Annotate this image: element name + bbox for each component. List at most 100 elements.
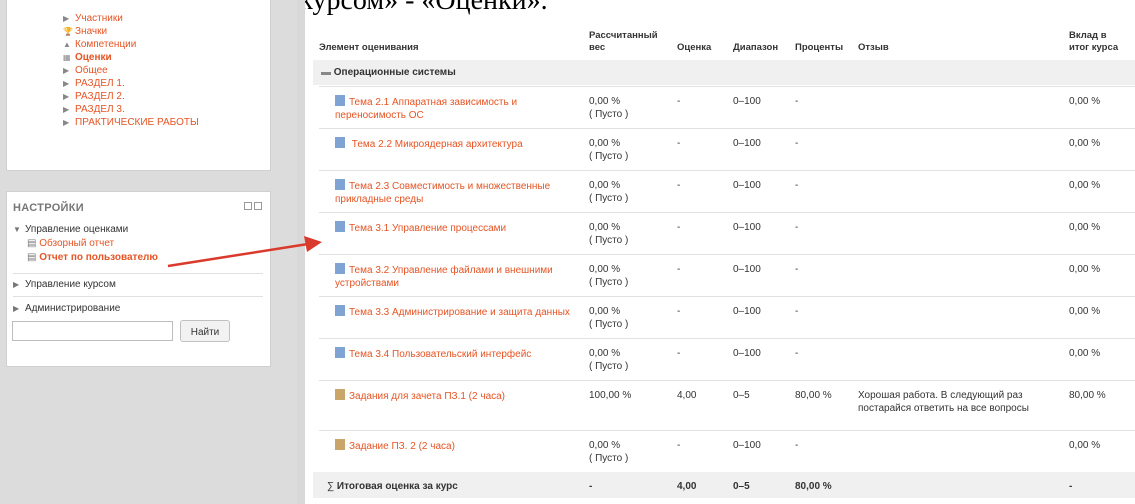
caret-right-icon: ▶ <box>63 14 70 23</box>
grade-administration-label: Управление оценками <box>25 224 129 235</box>
grade-value: 4,00 <box>677 390 697 401</box>
header-feedback: Отзыв <box>858 42 889 53</box>
site-administration-item[interactable]: ▶ Администрирование <box>13 303 120 314</box>
contribution-value: 0,00 % <box>1069 264 1101 275</box>
category-label: ▬ Операционные системы <box>321 67 456 78</box>
caret-right-icon: ▶ <box>13 304 20 313</box>
quiz-icon <box>335 305 345 316</box>
block-controls[interactable] <box>244 202 262 211</box>
weight-empty-note: ( Пусто ) <box>589 193 629 204</box>
weight-value: 0,00 % <box>589 306 621 317</box>
range-value: 0–100 <box>733 348 761 359</box>
nav-item-label: РАЗДЕЛ 2. <box>75 91 125 102</box>
weight-value: 0,00 % <box>589 96 621 107</box>
percentage-value: - <box>795 440 799 451</box>
caret-right-icon: ▶ <box>63 105 70 114</box>
quiz-icon <box>335 95 345 106</box>
percentage-value: - <box>795 96 799 107</box>
grade-value: - <box>677 222 681 233</box>
navigation-block: ▶ Участники 🏆 Значки ▲ Компетенции ▦ Оценки … <box>6 0 271 171</box>
course-total-grade: 4,00 <box>677 481 697 492</box>
dock-icon[interactable] <box>244 202 252 210</box>
grade-value: - <box>677 440 681 451</box>
navigation-list: ▶ Участники 🏆 Значки ▲ Компетенции ▦ Оценки … <box>63 12 199 129</box>
weight-value: 0,00 % <box>589 222 621 233</box>
weight-value: 0,00 % <box>589 138 621 149</box>
grade-value: - <box>677 264 681 275</box>
course-total-contribution: - <box>1069 481 1073 492</box>
nav-item-general[interactable]: ▶ Общее <box>63 64 199 77</box>
grade-value: - <box>677 180 681 191</box>
percentage-value: - <box>795 306 799 317</box>
nav-item-badges[interactable]: 🏆 Значки <box>63 25 199 38</box>
divider <box>13 273 263 274</box>
contribution-value: 80,00 % <box>1069 390 1106 401</box>
header-grade-item: Элемент оценивания <box>319 42 419 53</box>
nav-item-participants[interactable]: ▶ Участники <box>63 12 199 25</box>
range-value: 0–100 <box>733 138 761 149</box>
overview-report-label: Обзорный отчет <box>39 238 115 249</box>
header-grade: Оценка <box>677 42 712 53</box>
grade-item-link[interactable]: Тема 3.2 Управление файлами и внешними у… <box>335 263 575 290</box>
collapse-icon[interactable] <box>254 202 262 210</box>
course-administration-item[interactable]: ▶ Управление курсом <box>13 279 116 290</box>
grade-item-name: Задания для зачета ПЗ.1 (2 часа) <box>349 391 506 402</box>
quiz-icon <box>335 179 345 190</box>
header-weight-line2: вес <box>589 42 606 53</box>
nav-item-section-3[interactable]: ▶ РАЗДЕЛ 3. <box>63 103 199 116</box>
header-weight-line1: Рассчитанный <box>589 30 658 41</box>
grade-administration-item[interactable]: ▼ Управление оценками <box>13 224 128 235</box>
search-input[interactable] <box>12 321 173 341</box>
site-administration-label: Администрирование <box>25 303 121 314</box>
range-value: 0–100 <box>733 264 761 275</box>
grade-item-name: Тема 2.2 Микроядерная архитектура <box>349 139 523 150</box>
weight-value: 0,00 % <box>589 180 621 191</box>
weight-empty-note: ( Пусто ) <box>589 235 629 246</box>
grade-item-link[interactable]: Задание ПЗ. 2 (2 часа) <box>335 439 575 453</box>
percentage-value: - <box>795 138 799 149</box>
grade-item-link[interactable]: Задания для зачета ПЗ.1 (2 часа) <box>335 389 575 403</box>
grade-item-link[interactable]: Тема 2.2 Микроядерная архитектура <box>335 137 575 151</box>
weight-empty-note: ( Пусто ) <box>589 453 629 464</box>
nav-item-section-1[interactable]: ▶ РАЗДЕЛ 1. <box>63 77 199 90</box>
nav-item-practical-works[interactable]: ▶ ПРАКТИЧЕСКИЕ РАБОТЫ <box>63 116 199 129</box>
nav-item-competencies[interactable]: ▲ Компетенции <box>63 38 199 51</box>
grade-item-link[interactable]: Тема 3.1 Управление процессами <box>335 221 575 235</box>
grade-item-row: Задание ПЗ. 2 (2 часа) 0,00 % ( Пусто ) - 0–… <box>313 430 1135 472</box>
grade-item-row: Тема 3.1 Управление процессами 0,00 % ( Пу… <box>313 212 1135 254</box>
grade-item-row: Тема 3.3 Администрирование и защита данн… <box>313 296 1135 338</box>
weight-value: 0,00 % <box>589 264 621 275</box>
contribution-value: 0,00 % <box>1069 96 1101 107</box>
caret-right-icon: ▶ <box>13 280 20 289</box>
grade-item-name: Тема 2.3 Совместимость и множественные п… <box>335 181 551 205</box>
contribution-value: 0,00 % <box>1069 306 1101 317</box>
range-value: 0–100 <box>733 222 761 233</box>
settings-title: НАСТРОЙКИ <box>13 202 84 214</box>
grade-item-link[interactable]: Тема 2.1 Аппаратная зависимость и перено… <box>335 95 575 122</box>
user-report-link[interactable]: ▤ Отчет по пользователю <box>27 252 158 263</box>
sigma-icon: ∑ <box>327 481 335 492</box>
overview-report-link[interactable]: ▤ Обзорный отчет <box>27 238 114 249</box>
grade-item-link[interactable]: Тема 3.4 Пользовательский интерфейс <box>335 347 575 361</box>
report-icon: ▤ <box>27 238 37 249</box>
grade-item-link[interactable]: Тема 3.3 Администрирование и защита данн… <box>335 305 575 319</box>
nav-item-grades[interactable]: ▦ Оценки <box>63 51 199 64</box>
contribution-value: 0,00 % <box>1069 348 1101 359</box>
folder-icon: ▬ <box>321 67 331 78</box>
grade-item-name: Тема 3.2 Управление файлами и внешними у… <box>335 265 553 289</box>
contribution-value: 0,00 % <box>1069 440 1101 451</box>
course-administration-label: Управление курсом <box>25 279 116 290</box>
assignment-icon <box>335 389 345 400</box>
category-name: Операционные системы <box>333 67 456 78</box>
search-button[interactable]: Найти <box>180 320 230 342</box>
divider <box>13 296 263 297</box>
user-grade-report: Элемент оценивания Рассчитанный вес Оцен… <box>305 0 1135 504</box>
grade-item-row: Тема 3.4 Пользовательский интерфейс 0,00 … <box>313 338 1135 380</box>
grade-item-row: Задания для зачета ПЗ.1 (2 часа) 100,00 %… <box>313 380 1135 430</box>
nav-item-section-2[interactable]: ▶ РАЗДЕЛ 2. <box>63 90 199 103</box>
weight-empty-note: ( Пусто ) <box>589 277 629 288</box>
nav-item-label: Общее <box>75 65 108 76</box>
grade-item-link[interactable]: Тема 2.3 Совместимость и множественные п… <box>335 179 575 206</box>
caret-right-icon: ▶ <box>63 79 70 88</box>
caret-right-icon: ▶ <box>63 66 70 75</box>
